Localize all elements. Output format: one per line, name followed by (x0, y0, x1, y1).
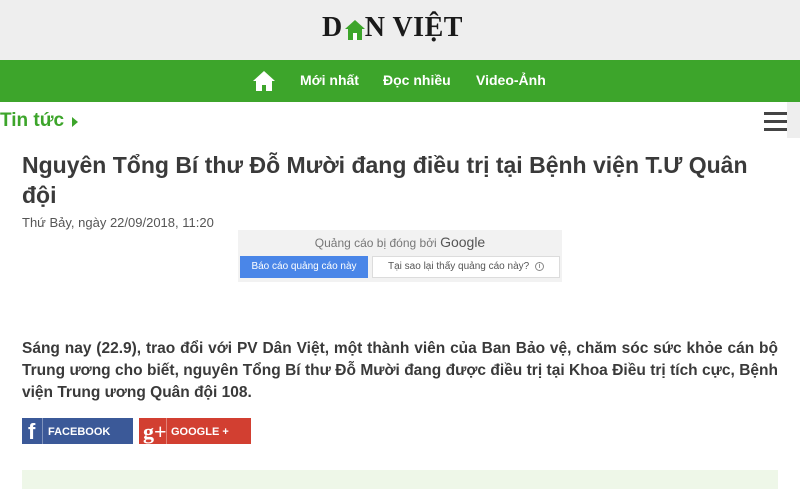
category-link[interactable]: Tin tức (0, 110, 64, 132)
facebook-share-button[interactable]: f FACEBOOK (22, 418, 133, 444)
facebook-icon: f (28, 419, 36, 444)
scroll-strip (787, 102, 800, 138)
ad-closed-text: Quảng cáo bị đóng bởi (314, 236, 437, 250)
google-plus-label: GOOGLE + (171, 426, 229, 438)
google-plus-share-button[interactable]: g+ GOOGLE + (139, 418, 251, 444)
nav-item-latest[interactable]: Mới nhất (300, 72, 359, 88)
nav-item-video-photo[interactable]: Video-Ảnh (476, 72, 546, 88)
facebook-divider (42, 418, 43, 444)
house-icon (344, 19, 365, 41)
caret-right-icon (72, 117, 78, 127)
home-icon[interactable] (252, 70, 276, 92)
logo-text-left: D (322, 12, 343, 43)
nav-item-most-read[interactable]: Đọc nhiều (383, 72, 451, 88)
site-logo[interactable]: D N VIỆT (322, 12, 463, 44)
page: D N VIỆT Mới nhất Đọc nhiều Video-Ảnh Ti… (0, 0, 800, 489)
article-title: Nguyên Tổng Bí thư Đỗ Mười đang điều trị… (22, 152, 748, 208)
google-plus-divider (166, 418, 167, 444)
article-lead: Sáng nay (22.9), trao đổi với PV Dân Việ… (22, 340, 778, 401)
ad-closed-brand: Google (440, 234, 486, 250)
ad-closed-box: Quảng cáo bị đóng bởi Google Báo cáo quả… (238, 230, 562, 282)
ad-closed-message: Quảng cáo bị đóng bởi Google (238, 234, 562, 250)
section-bar: Tin tức (0, 102, 800, 138)
related-box (22, 470, 778, 489)
why-ad-label: Tại sao lại thấy quảng cáo này? (388, 261, 530, 272)
logo-text-right: N VIỆT (364, 12, 463, 43)
hamburger-menu-icon[interactable] (764, 112, 788, 132)
article-date: Thứ Bảy, ngày 22/09/2018, 11:20 (22, 215, 214, 230)
main-nav: Mới nhất Đọc nhiều Video-Ảnh (0, 60, 800, 102)
report-ad-button[interactable]: Báo cáo quảng cáo này (240, 256, 368, 278)
site-header: D N VIỆT (0, 0, 800, 60)
google-plus-icon: g+ (143, 419, 167, 444)
info-icon: i (535, 261, 544, 271)
facebook-label: FACEBOOK (48, 426, 111, 438)
why-ad-button[interactable]: Tại sao lại thấy quảng cáo này? i (372, 256, 560, 278)
